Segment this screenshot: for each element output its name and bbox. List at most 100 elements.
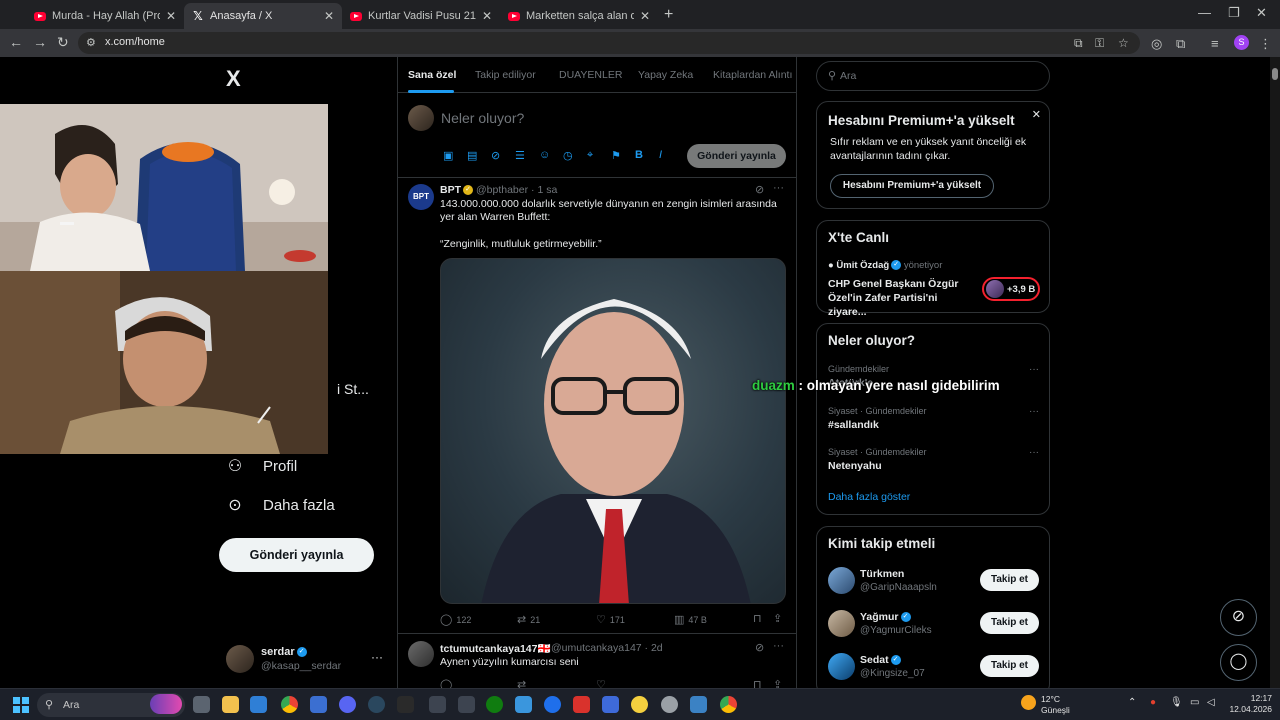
compose-avatar[interactable] (408, 105, 434, 131)
user-name[interactable]: Türkmen (860, 568, 904, 580)
tweet-author-name[interactable]: tctumutcankaya147🇬🇪 (440, 642, 551, 655)
italic-icon[interactable]: I (659, 149, 662, 161)
user-avatar[interactable] (828, 653, 855, 680)
cast-icon[interactable]: ⧉ (1074, 36, 1083, 51)
account-name[interactable]: serdar ✓ (261, 646, 307, 658)
close-window-icon[interactable]: ✕ (1256, 5, 1267, 21)
tweet-avatar[interactable]: BPT (408, 184, 434, 210)
reload-icon[interactable]: ↻ (57, 34, 69, 51)
bookmark-icon[interactable]: ⊓ (753, 612, 762, 625)
windows-start-icon[interactable] (13, 697, 29, 713)
extensions-icon[interactable]: ⧉ (1176, 36, 1185, 52)
flag-icon[interactable]: ⚑ (611, 149, 621, 162)
location-icon[interactable]: ⌖ (587, 149, 593, 162)
browser-profile-avatar[interactable]: S (1234, 35, 1249, 50)
follow-button[interactable]: Takip et (980, 569, 1039, 591)
discord-icon[interactable] (339, 696, 356, 713)
live-space-title[interactable]: CHP Genel Başkanı Özgür Özel'in Zafer Pa… (828, 277, 978, 319)
grok-explain-icon[interactable]: ⊘ (755, 183, 764, 196)
back-icon[interactable]: ← (9, 34, 23, 50)
tweet-more-icon[interactable]: ··· (773, 640, 784, 652)
chrome-icon[interactable] (281, 696, 298, 713)
tab-yapay-zeka[interactable]: Yapay Zeka (638, 69, 693, 81)
like-button[interactable]: ♡ 171 (596, 613, 625, 626)
show-more-link[interactable]: Daha fazla göster (828, 491, 910, 503)
grok-icon[interactable]: ⊘ (491, 149, 500, 162)
microsoft-store-icon[interactable] (250, 696, 267, 713)
app-icon[interactable] (458, 696, 475, 713)
user-avatar[interactable] (828, 610, 855, 637)
search-highlight-icon[interactable] (150, 694, 182, 714)
user-avatar[interactable] (828, 567, 855, 594)
follow-button[interactable]: Takip et (980, 612, 1039, 634)
reading-list-icon[interactable]: ≡ (1211, 36, 1219, 51)
trend-more-icon[interactable]: ··· (1029, 447, 1039, 458)
taskbar-clock[interactable]: 12:17 12.04.2026 (1228, 693, 1272, 715)
reply-button[interactable]: ◯ 122 (440, 613, 471, 626)
app-icon[interactable] (544, 696, 561, 713)
messages-floating-icon[interactable]: ◯ (1220, 644, 1257, 681)
post-button[interactable]: Gönderi yayınla (219, 538, 374, 572)
tweet-avatar[interactable] (408, 641, 434, 667)
poll-icon[interactable]: ☰ (515, 149, 525, 162)
close-tab-icon[interactable]: ✕ (324, 9, 334, 23)
incognito-icon[interactable]: ◎ (1151, 36, 1162, 52)
premium-upgrade-button[interactable]: Hesabını Premium+'a yükselt (830, 174, 994, 198)
gif-icon[interactable]: ▤ (467, 149, 477, 162)
nav-item-more[interactable]: ⊙ Daha fazla (225, 495, 334, 515)
weather-sun-icon[interactable] (1021, 695, 1036, 710)
account-more-icon[interactable]: ··· (371, 650, 383, 664)
tweet-meta[interactable]: @umutcankaya147 · 2d (551, 642, 663, 654)
search-input[interactable]: ⚲ Ara (816, 61, 1050, 91)
compose-post-button[interactable]: Gönderi yayınla (687, 144, 786, 168)
vscode-icon[interactable] (310, 696, 327, 713)
bold-icon[interactable]: B (635, 149, 643, 161)
close-icon[interactable]: ✕ (1032, 108, 1041, 121)
browser-tab-x-home[interactable]: 𝕏 Anasayfa / X ✕ (184, 3, 342, 29)
maximize-icon[interactable]: ❐ (1228, 5, 1240, 21)
share-icon[interactable]: ⇪ (773, 612, 782, 625)
app-icon[interactable] (631, 696, 648, 713)
grok-floating-icon[interactable]: ⊘ (1220, 599, 1257, 636)
tray-chevron-icon[interactable]: ⌃ (1128, 697, 1136, 708)
nav-item-profile[interactable]: ⚇ Profil (225, 456, 297, 476)
xbox-icon[interactable] (486, 696, 503, 713)
user-name[interactable]: Yağmur ✓ (860, 611, 911, 623)
chrome-profile-icon[interactable] (720, 696, 737, 713)
tab-takip-ediliyor[interactable]: Takip ediliyor (475, 69, 536, 81)
site-info-icon[interactable]: ⚙ (86, 36, 96, 49)
schedule-icon[interactable]: ◷ (563, 149, 573, 162)
follow-button[interactable]: Takip et (980, 655, 1039, 677)
page-scrollbar[interactable] (1270, 57, 1280, 688)
tab-duayenler[interactable]: DUAYENLER (559, 69, 622, 81)
epic-games-icon[interactable] (397, 696, 414, 713)
volume-icon[interactable]: ◁ (1207, 697, 1215, 708)
trend-more-icon[interactable]: ··· (1029, 364, 1039, 375)
scrollbar-thumb[interactable] (1272, 68, 1278, 80)
network-icon[interactable]: ▭ (1190, 697, 1199, 708)
x-logo-icon[interactable]: X (226, 66, 241, 92)
acrobat-icon[interactable] (573, 696, 590, 713)
trend-name[interactable]: #sallandık (828, 419, 879, 431)
grok-explain-icon[interactable]: ⊘ (755, 641, 764, 654)
tweet-photo[interactable] (440, 258, 786, 604)
close-tab-icon[interactable]: ✕ (640, 9, 650, 23)
task-view-icon[interactable] (193, 696, 210, 713)
tweet-meta[interactable]: @bpthaber · 1 sa (476, 184, 557, 196)
microphone-icon[interactable]: 🎙 (1170, 697, 1183, 708)
live-host[interactable]: ● Ümit Özdağ ✓ yönetiyor (828, 260, 942, 271)
file-explorer-icon[interactable] (222, 696, 239, 713)
tweet-author-name[interactable]: BPT ✓ (440, 184, 473, 196)
views-button[interactable]: ▥ 47 B (674, 613, 707, 626)
account-avatar[interactable] (226, 645, 254, 673)
user-name[interactable]: Sedat ✓ (860, 654, 901, 666)
app-icon[interactable] (429, 696, 446, 713)
nav-item-partial-label[interactable]: i St... (337, 381, 369, 397)
image-icon[interactable]: ▣ (443, 149, 453, 162)
tab-kitaplardan-alinti[interactable]: Kitaplardan Alıntı (713, 69, 792, 81)
close-tab-icon[interactable]: ✕ (166, 9, 176, 23)
trend-more-icon[interactable]: ··· (1029, 406, 1039, 417)
tweet-more-icon[interactable]: ··· (773, 182, 784, 194)
tray-app-icon[interactable]: ● (1150, 697, 1156, 708)
browser-tab-murda[interactable]: Murda - Hay Allah (Prod. Vlado... ✕ (26, 3, 184, 29)
